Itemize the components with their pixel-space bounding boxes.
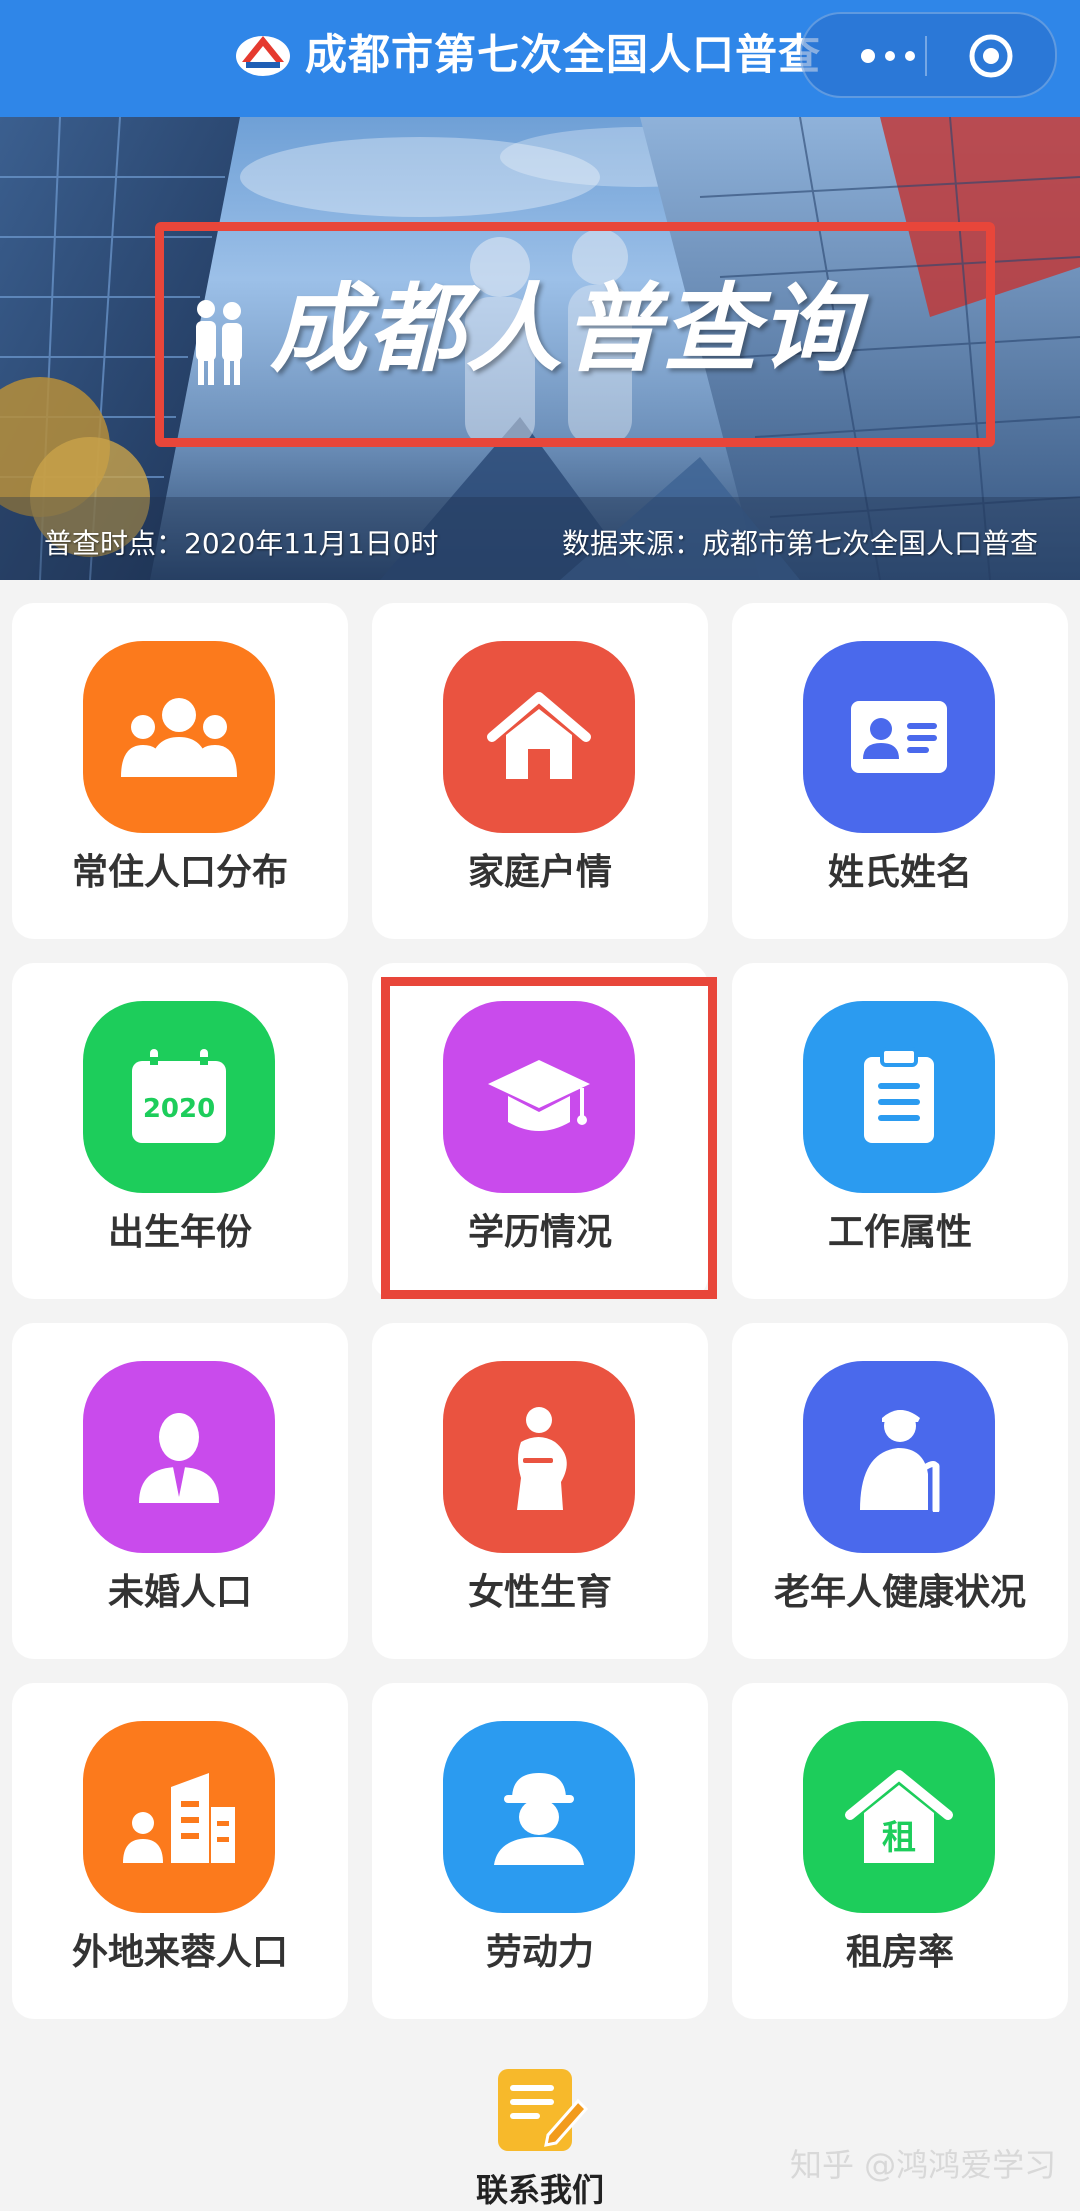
person-suit-icon [139,1413,219,1503]
menu-item-rental-rate[interactable]: 租 租房率 [732,1683,1068,2019]
people-group-icon [121,698,237,777]
icon-background [83,1361,275,1553]
edit-note-icon [498,2069,588,2151]
clipboard-icon [864,1047,934,1143]
menu-item-label: 租房率 [845,1932,954,1973]
icon-background [83,1721,275,1913]
worker-icon [494,1773,584,1865]
menu-item-unmarried[interactable]: 未婚人口 [12,1323,348,1659]
contact-us-label: 联系我们 [475,2171,604,2209]
page-title: 成都市第七次全国人口普查 [305,30,822,79]
icon-background [83,641,275,833]
elderly-person-icon [860,1410,940,1512]
menu-item-birth-year[interactable]: 2020 出生年份 [12,963,348,1299]
menu-item-household[interactable]: 家庭户情 [372,603,708,939]
house-icon [487,692,591,779]
menu-item-elderly-health[interactable]: 老年人健康状况 [732,1323,1068,1659]
menu-item-label: 女性生育 [467,1572,612,1613]
pregnant-woman-icon [517,1407,567,1510]
menu-item-label: 常住人口分布 [71,852,288,893]
menu-item-label: 未婚人口 [107,1572,252,1613]
top-bar: 成都市第七次全国人口普查 [0,0,1080,117]
menu-item-resident-population[interactable]: 常住人口分布 [12,603,348,939]
menu-item-labor-force[interactable]: 劳动力 [372,1683,708,2019]
menu-item-female-fertility[interactable]: 女性生育 [372,1323,708,1659]
menu-item-migrant-population[interactable]: 外地来蓉人口 [12,1683,348,2019]
watermark: 知乎 @鸿鸿爱学习 [790,2146,1057,2184]
icon-background [803,1361,995,1553]
person-building-icon [123,1773,235,1863]
menu-item-education[interactable]: 学历情况 [372,963,717,1299]
census-time: 普查时点：2020年11月1日0时 [44,527,439,560]
census-logo-icon [236,36,290,76]
icon-background [803,1001,995,1193]
icon-background [803,641,995,833]
selection-highlight-box [381,977,717,1299]
menu-item-label: 劳动力 [485,1932,594,1973]
menu-item-label: 外地来蓉人口 [71,1932,288,1973]
data-source: 数据来源：成都市第七次全国人口普查 [561,527,1038,560]
menu-item-surname[interactable]: 姓氏姓名 [732,603,1068,939]
menu-item-label: 老年人健康状况 [773,1572,1026,1613]
menu-item-label: 出生年份 [107,1212,252,1253]
calendar-icon: 2020 [132,1049,226,1143]
rent-char-text: 租 [882,1818,916,1858]
menu-item-label: 家庭户情 [467,852,612,893]
icon-background [443,1361,635,1553]
calendar-year-text: 2020 [143,1094,215,1124]
icon-background: 2020 [83,1001,275,1193]
capsule-divider [925,36,927,76]
target-circle-icon[interactable] [967,32,1015,80]
menu-item-work[interactable]: 工作属性 [732,963,1068,1299]
icon-background [443,641,635,833]
menu-item-label: 姓氏姓名 [827,852,972,893]
id-card-icon [851,701,947,773]
hero-banner: 成都人普查询 普查时点：2020年11月1日0时 数据来源：成都市第七次全国人口… [0,117,1080,580]
icon-background [443,1721,635,1913]
contact-us-button[interactable]: 联系我们 [460,2065,620,2209]
rent-house-icon: 租 [845,1770,953,1863]
mini-program-capsule [800,12,1057,98]
more-dots-icon[interactable] [860,44,920,68]
banner-highlight-box [155,222,995,447]
menu-grid: 常住人口分布 家庭户情 姓氏姓名 2020 出生年份 学历情况 工作属性 未婚人… [12,603,1068,2019]
icon-background: 租 [803,1721,995,1913]
menu-item-label: 工作属性 [827,1212,972,1253]
